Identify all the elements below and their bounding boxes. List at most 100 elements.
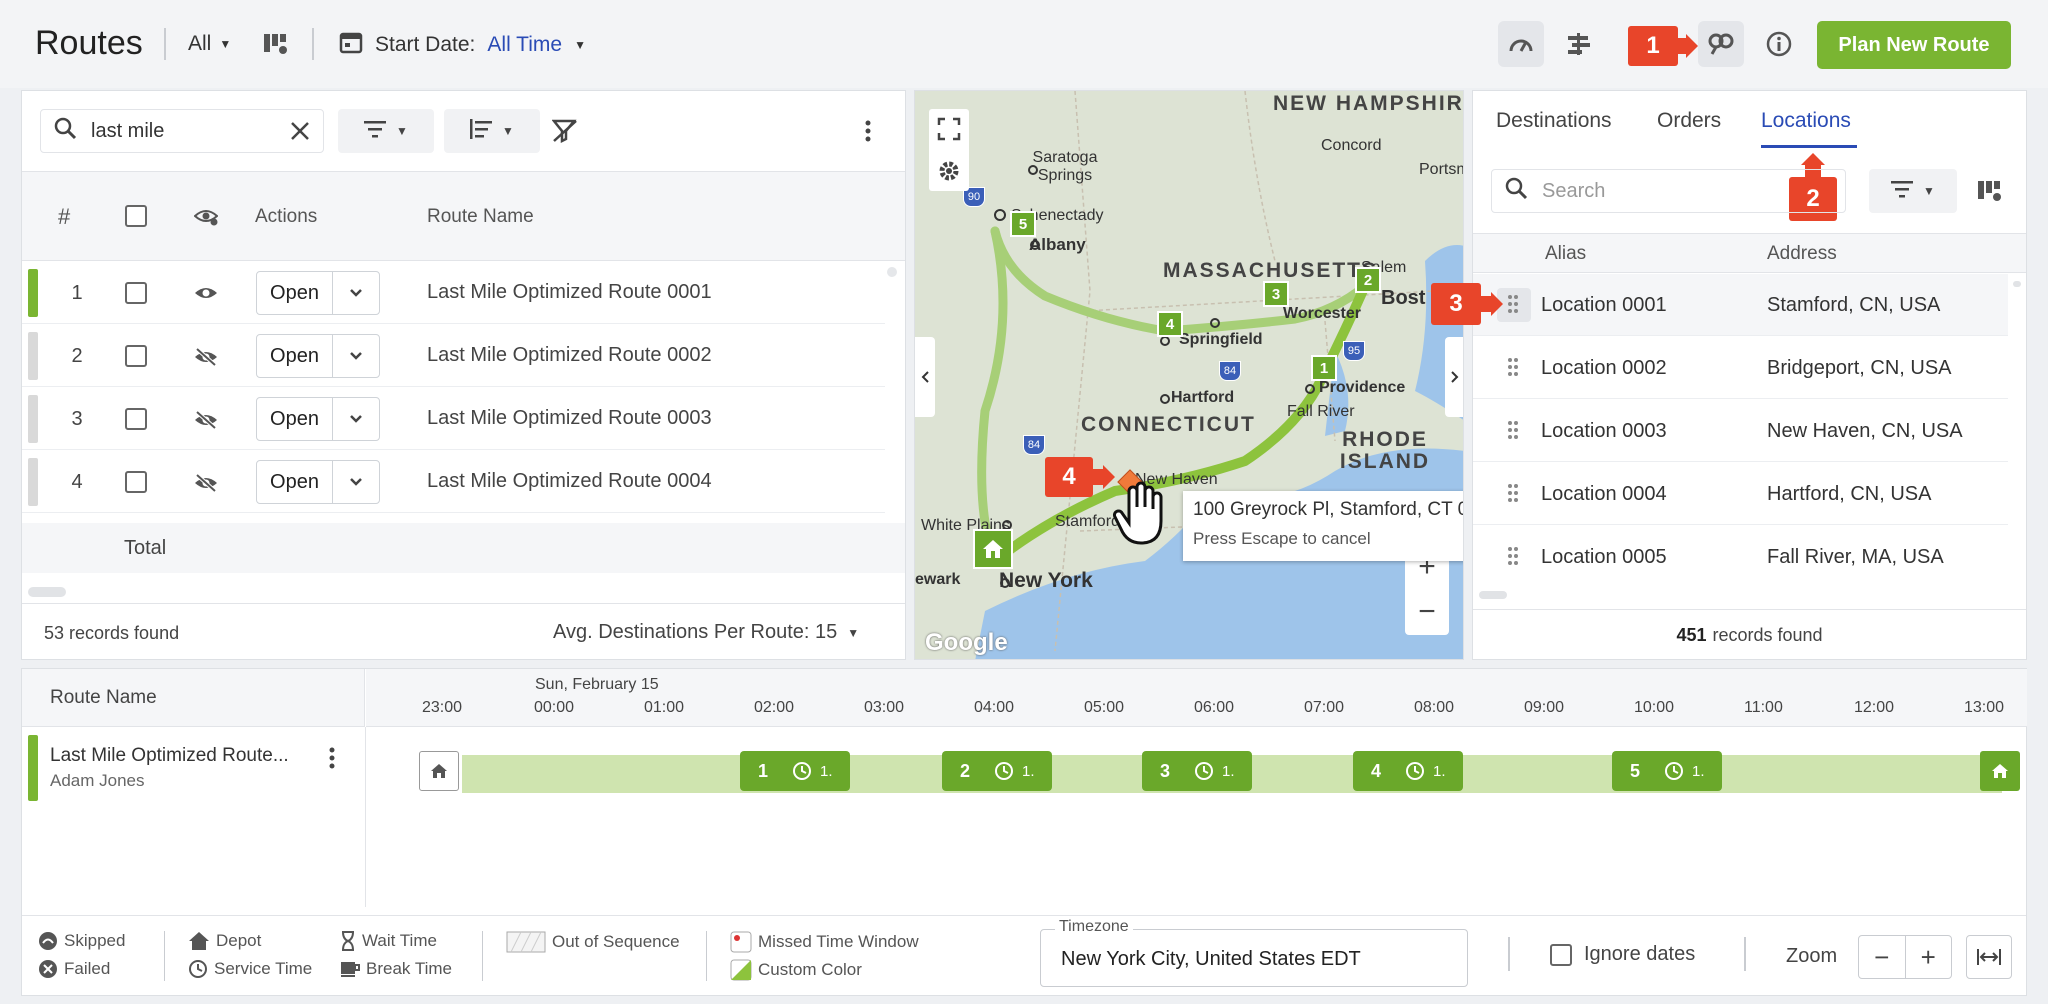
horizontal-scrollbar[interactable] <box>1479 591 1507 599</box>
locations-search-input[interactable]: Search <box>1491 169 1846 213</box>
column-settings-icon[interactable] <box>1977 179 2003 208</box>
depot-end-icon[interactable] <box>1980 751 2020 791</box>
fit-to-width-button[interactable] <box>1966 935 2012 979</box>
chevron-down-icon[interactable] <box>333 335 379 377</box>
scrollbar-thumb[interactable] <box>887 267 897 277</box>
map-pin-stop-1[interactable]: 1 <box>1311 355 1337 381</box>
timeline-zoom-out-button[interactable]: − <box>1859 936 1906 978</box>
tab-locations[interactable]: Locations <box>1761 109 1851 133</box>
legend-failed: Failed <box>38 959 110 979</box>
gear-icon[interactable] <box>937 159 961 188</box>
timeline-view-icon[interactable] <box>1556 21 1602 67</box>
callout-badge: 4 <box>1045 457 1093 497</box>
timezone-select[interactable]: Timezone New York City, United States ED… <box>1040 918 1468 987</box>
row-checkbox[interactable] <box>125 345 147 367</box>
clear-filters-icon[interactable] <box>551 119 578 148</box>
eye-off-icon[interactable] <box>194 410 218 435</box>
filter-dropdown-button[interactable]: ▼ <box>1869 169 1957 213</box>
start-date-dropdown[interactable]: Start Date: All Time ▼ <box>339 30 586 60</box>
table-row[interactable]: 3 Open Last Mile Optimized Route 0003 <box>22 388 885 450</box>
row-checkbox[interactable] <box>125 471 147 493</box>
table-row[interactable]: 2 Open Last Mile Optimized Route 0002 <box>22 325 885 387</box>
drag-handle-icon[interactable] <box>1507 483 1519 503</box>
depot-start-icon[interactable] <box>419 751 459 791</box>
collapse-right-button[interactable] <box>1445 337 1463 417</box>
map-view[interactable]: NEW HAMPSHIRE Concord Saratoga Springs S… <box>914 90 1464 660</box>
ignore-dates-checkbox[interactable] <box>1550 943 1572 966</box>
routes-search-input[interactable]: last mile <box>40 109 324 153</box>
map-pin-stop-3[interactable]: 3 <box>1263 281 1289 307</box>
plan-new-route-button[interactable]: Plan New Route <box>1817 21 2011 69</box>
chevron-down-icon[interactable] <box>333 461 379 503</box>
list-item[interactable]: Location 0001 Stamford, CN, USA <box>1473 274 2008 336</box>
timeline-zoom-in-button[interactable]: + <box>1906 936 1952 978</box>
board-settings-icon[interactable] <box>263 32 289 61</box>
table-row[interactable]: 1 Open Last Mile Optimized Route 0001 <box>22 262 885 324</box>
open-route-button[interactable]: Open <box>256 397 380 441</box>
search-icon <box>1504 176 1528 206</box>
hatch-pattern-icon <box>506 931 546 953</box>
tab-destinations[interactable]: Destinations <box>1496 109 1612 133</box>
timeline-stop[interactable]: 3 1. <box>1142 751 1252 791</box>
horizontal-scrollbar[interactable] <box>28 587 66 597</box>
open-route-button[interactable]: Open <box>256 334 380 378</box>
filter-all-dropdown[interactable]: All ▼ <box>188 32 231 56</box>
drag-handle-icon[interactable] <box>1507 546 1519 566</box>
hour-label: 10:00 <box>1634 699 1675 716</box>
timeline-stop[interactable]: 2 1. <box>942 751 1052 791</box>
fullscreen-icon[interactable] <box>937 117 961 146</box>
timezone-value: New York City, United States EDT <box>1061 948 1361 970</box>
collapse-left-button[interactable] <box>915 337 935 417</box>
drag-handle-icon[interactable] <box>1507 357 1519 377</box>
list-item[interactable]: Location 0005 Fall River, MA, USA <box>1473 526 2008 574</box>
scrollbar-thumb[interactable] <box>2013 281 2021 287</box>
zoom-out-button[interactable]: − <box>1405 590 1449 635</box>
drag-handle-icon[interactable] <box>1507 294 1519 314</box>
map-pin-stop-5[interactable]: 5 <box>1010 211 1036 237</box>
total-row: Total <box>22 523 905 573</box>
speedometer-icon[interactable] <box>1498 21 1544 67</box>
filter-dropdown-button[interactable]: ▼ <box>338 109 434 153</box>
row-checkbox[interactable] <box>125 408 147 430</box>
open-route-button[interactable]: Open <box>256 271 380 315</box>
map-pin-stop-4[interactable]: 4 <box>1157 311 1183 337</box>
eye-off-icon[interactable] <box>194 473 218 498</box>
timeline-stop[interactable]: 1 1. <box>740 751 850 791</box>
row-checkbox[interactable] <box>125 282 147 304</box>
map-label-new-hampshire: NEW HAMPSHIRE <box>1273 92 1464 115</box>
tab-orders[interactable]: Orders <box>1657 109 1721 133</box>
list-item[interactable]: Location 0003 New Haven, CN, USA <box>1473 400 2008 462</box>
open-label: Open <box>257 398 333 440</box>
timeline-stop[interactable]: 5 1. <box>1612 751 1722 791</box>
clear-search-icon[interactable] <box>289 120 311 148</box>
open-route-button[interactable]: Open <box>256 460 380 504</box>
map-pin-stop-2[interactable]: 2 <box>1355 267 1381 293</box>
list-item[interactable]: Location 0002 Bridgeport, CN, USA <box>1473 337 2008 399</box>
chevron-down-icon[interactable] <box>333 398 379 440</box>
more-menu-icon[interactable] <box>864 119 872 148</box>
depot-home-icon[interactable] <box>973 529 1013 569</box>
map-pins-icon[interactable] <box>1698 21 1744 67</box>
select-all-checkbox[interactable] <box>125 205 147 227</box>
chevron-down-icon[interactable] <box>333 272 379 314</box>
location-alias: Location 0003 <box>1541 420 1667 442</box>
ignore-dates-toggle[interactable]: Ignore dates <box>1550 943 1695 966</box>
drag-handle-icon[interactable] <box>1507 420 1519 440</box>
list-item[interactable]: Location 0004 Hartford, CN, USA <box>1473 463 2008 525</box>
timeline-stop[interactable]: 4 1. <box>1353 751 1463 791</box>
divider <box>1473 609 2026 610</box>
sort-dropdown-button[interactable]: ▼ <box>444 109 540 153</box>
hour-label: 08:00 <box>1414 699 1455 716</box>
chevron-down-icon: ▼ <box>219 37 232 51</box>
active-tab-indicator <box>1761 145 1857 148</box>
eye-off-icon[interactable] <box>194 347 218 372</box>
timeline-route-row[interactable]: Last Mile Optimized Route... Adam Jones <box>22 727 365 807</box>
table-row[interactable]: 4 Open Last Mile Optimized Route 0004 <box>22 451 885 513</box>
info-icon[interactable] <box>1756 21 1802 67</box>
avg-destinations-dropdown[interactable]: Avg. Destinations Per Route: 15 ▼ <box>553 621 859 644</box>
route-menu-icon[interactable] <box>328 747 336 774</box>
visibility-toggle-all-icon[interactable] <box>193 206 219 231</box>
eye-icon[interactable] <box>194 284 218 307</box>
map-label-providence: Providence <box>1319 379 1406 396</box>
route-name: Last Mile Optimized Route 0003 <box>427 407 712 429</box>
